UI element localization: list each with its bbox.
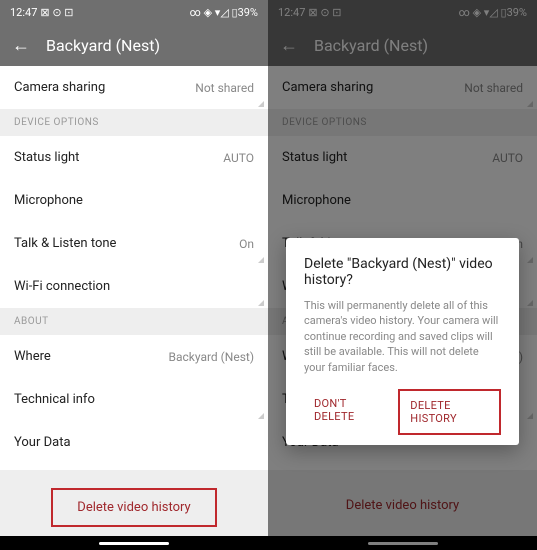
dialog-body: This will permanently delete all of this… [304, 298, 501, 375]
row-wifi[interactable]: Wi-Fi connection [0, 265, 268, 308]
status-left-icons: ⊠ ⊙ ⊡ [40, 6, 73, 19]
status-bar: 12:47⊠ ⊙ ⊡ ∞ ◈ ▾◿ ▯39% [0, 0, 268, 24]
row-label: Wi-Fi connection [14, 279, 110, 294]
page-title: Backyard (Nest) [46, 36, 160, 55]
dialog-buttons: DON'T DELETE DELETE HISTORY [304, 389, 501, 435]
status-right-icons: ∞ ◈ ▾◿ ▯39% [190, 6, 258, 19]
row-your-data[interactable]: Your Data [0, 421, 268, 464]
row-label: Microphone [14, 193, 83, 208]
row-label: Where [14, 349, 51, 364]
delete-history-band: Delete video history [0, 470, 268, 536]
row-value: Not shared [195, 81, 254, 95]
expand-icon [258, 300, 264, 306]
row-label: Talk & Listen tone [14, 236, 116, 251]
row-label: Technical info [14, 392, 95, 407]
section-about: ABOUT [0, 308, 268, 335]
row-microphone[interactable]: Microphone [0, 179, 268, 222]
delete-history-button[interactable]: DELETE HISTORY [398, 389, 501, 435]
settings-list: Camera sharingNot shared DEVICE OPTIONS … [0, 66, 268, 536]
row-value: On [239, 237, 254, 251]
row-label: Camera sharing [14, 80, 105, 95]
confirm-dialog: Delete "Backyard (Nest)" video history? … [286, 238, 519, 445]
row-label: Status light [14, 150, 79, 165]
expand-icon [258, 257, 264, 263]
row-status-light[interactable]: Status light AUTO [0, 136, 268, 179]
row-camera-sharing[interactable]: Camera sharing Not shared [0, 66, 268, 109]
row-where[interactable]: Where Backyard (Nest) [0, 335, 268, 378]
dialog-title: Delete "Backyard (Nest)" video history? [304, 256, 501, 288]
expand-icon [258, 413, 264, 419]
dont-delete-button[interactable]: DON'T DELETE [304, 389, 390, 435]
delete-video-history-button[interactable]: Delete video history [51, 488, 216, 527]
home-indicator[interactable] [99, 542, 169, 545]
row-value: AUTO [223, 151, 254, 165]
app-bar: ← Backyard (Nest) [0, 24, 268, 66]
expand-icon [258, 101, 264, 107]
row-value: Backyard (Nest) [168, 350, 254, 364]
back-icon[interactable]: ← [12, 35, 30, 56]
nav-bar [0, 536, 268, 550]
row-technical-info[interactable]: Technical info [0, 378, 268, 421]
section-device-options: DEVICE OPTIONS [0, 109, 268, 136]
status-time: 12:47 [10, 6, 37, 19]
row-talk-listen[interactable]: Talk & Listen tone On [0, 222, 268, 265]
row-label: Your Data [14, 435, 71, 450]
